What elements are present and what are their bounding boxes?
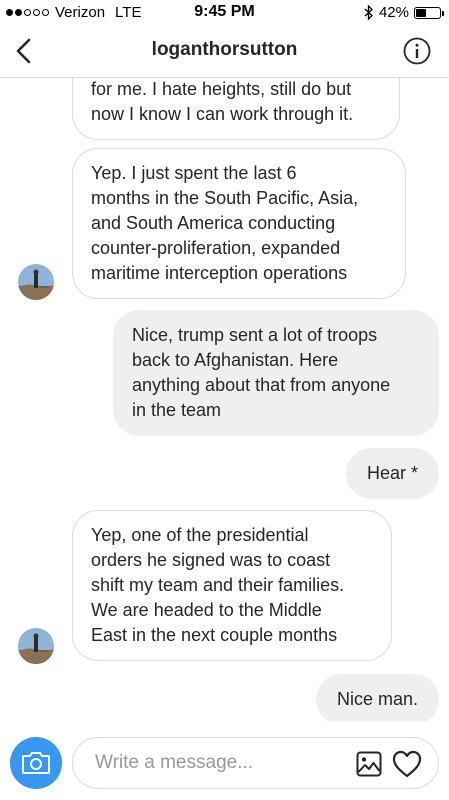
message-line: for me. I hate heights, still do but [91, 79, 352, 99]
message-line: Nice man. [336, 689, 418, 709]
outgoing-message[interactable]: Nice man. [315, 674, 439, 721]
message-line: back to Afghanistan. Here [132, 350, 339, 370]
incoming-message[interactable]: for me. I hate heights, still do but now… [72, 78, 400, 140]
message-line: orders he signed was to coast [91, 550, 331, 570]
battery-icon [414, 6, 444, 19]
message-line: now I know I can work through it. [91, 104, 354, 124]
message-line: months in the South Pacific, Asia, [91, 188, 359, 208]
message-line: Nice, trump sent a lot of troops [132, 325, 378, 345]
gallery-icon[interactable] [356, 751, 382, 777]
incoming-message[interactable]: Yep, one of the presidential orders he s… [72, 510, 392, 661]
message-line: maritime interception operations [91, 263, 348, 283]
heart-icon[interactable] [392, 750, 422, 778]
message-line: We are headed to the Middle [91, 600, 322, 620]
message-composer: Write a message... [0, 728, 449, 800]
message-thread[interactable]: for me. I hate heights, still do but now… [0, 78, 449, 721]
conversation-header: loganthorsutton [0, 26, 449, 78]
message-input[interactable]: Write a message... [72, 737, 439, 789]
incoming-message[interactable]: Yep. I just spent the last 6 months in t… [72, 148, 406, 299]
battery-fill [416, 8, 426, 17]
message-line: in the team [132, 400, 222, 420]
outgoing-message[interactable]: Nice, trump sent a lot of troops back to… [113, 310, 439, 436]
avatar[interactable] [18, 628, 54, 664]
info-circle-icon[interactable] [403, 37, 431, 65]
camera-button[interactable] [10, 737, 62, 789]
battery-percent: 42% [378, 4, 409, 21]
message-line: shift my team and their families. [91, 575, 345, 595]
bluetooth-icon [364, 5, 373, 20]
message-line: East in the next couple months [91, 625, 338, 645]
message-line: Hear * [366, 463, 418, 483]
avatar[interactable] [18, 264, 54, 300]
message-line: and South America conducting [91, 213, 336, 233]
message-line: Yep. I just spent the last 6 [91, 163, 297, 183]
outgoing-message[interactable]: Hear * [345, 448, 439, 499]
status-right: 42% [364, 4, 444, 21]
message-input-placeholder: Write a message... [95, 752, 254, 773]
camera-icon [22, 752, 50, 774]
conversation-title[interactable]: loganthorsutton [0, 39, 449, 61]
message-line: anything about that from anyone [132, 375, 391, 395]
message-line: Yep, one of the presidential [91, 525, 309, 545]
message-line: counter-proliferation, expanded [91, 238, 341, 258]
status-bar: Verizon LTE 9:45 PM 42% [0, 0, 449, 26]
